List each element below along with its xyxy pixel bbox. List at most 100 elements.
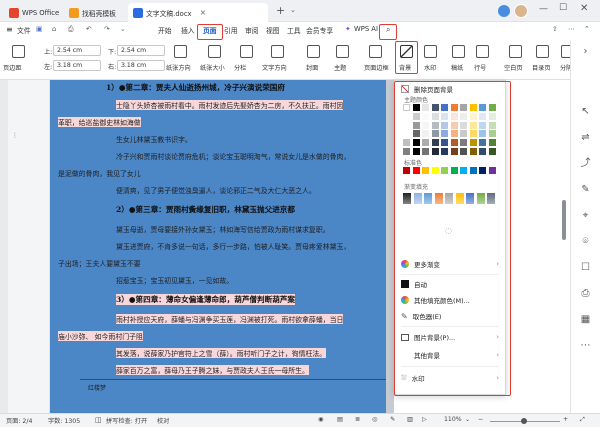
orientation-icon[interactable] [174,45,187,58]
cover-label[interactable]: 封面 [306,63,318,72]
save-icon[interactable]: ▣ [36,25,42,33]
paper-size-icon[interactable] [208,45,221,58]
hamburger-icon[interactable]: ≡ [6,25,13,34]
ribbon-tab-tools[interactable]: 工具 [287,25,301,35]
paragraph-line: 革职，给巡盐御史林如海做 [58,117,141,127]
top-margin-label: 上: [44,49,53,56]
close-icon[interactable]: × [200,8,207,17]
theme-label[interactable]: 主题 [334,63,346,72]
collapse-icon[interactable]: ⌃ [584,25,590,33]
print-icon[interactable]: ⎙ [68,25,73,34]
eye-icon[interactable]: ◉ [318,416,323,423]
fullscreen-icon[interactable]: ⤢ [580,416,585,424]
tab-template[interactable]: 找稻壳模板 [64,3,121,22]
file-menu[interactable]: 文件 [17,25,31,35]
adjust-icon[interactable]: ⇌ [580,132,591,143]
ribbon-tab-review[interactable]: 审阅 [245,25,259,35]
wps-ai-button[interactable]: WPS AI [354,25,378,33]
text-direction-icon[interactable] [271,45,284,58]
page-border-icon[interactable] [369,45,382,58]
undo-icon[interactable]: ↶ [86,25,92,33]
manuscript-icon[interactable] [452,45,465,58]
manuscript-label[interactable]: 稿纸 [451,63,463,72]
toc-page-icon[interactable] [536,45,549,58]
tag-icon[interactable]: ⌖ [580,210,591,221]
window-close-icon[interactable]: ✕ [580,3,588,14]
ribbon-tab-view[interactable]: 视图 [266,25,280,35]
text-direction-label[interactable]: 文字方向 [262,63,287,72]
right-margin-label: 右: [108,64,117,71]
theme-icon[interactable] [336,45,349,58]
chevron-down-icon[interactable]: ⌄ [290,6,296,14]
book-icon[interactable]: ▥ [407,416,413,423]
play-icon[interactable]: ▷ [422,416,427,423]
orientation-label[interactable]: 纸张方向 [166,63,191,72]
right-margin-input[interactable]: 3.18 cm [117,60,165,71]
left-margin-input[interactable]: 3.18 cm [53,60,101,71]
comment-icon[interactable]: ☐ [580,262,591,273]
margins-label[interactable]: 页边距 [3,63,22,72]
ribbon-tab-reference[interactable]: 引用 [224,25,238,35]
ribbon-tab-home[interactable]: 开始 [158,25,172,35]
shield-icon[interactable]: ◫ [95,416,102,424]
left-margin-strip [0,80,8,413]
chapter-heading: 2）●第三章：贾雨村夤缘复旧职，林黛玉抛父进京都 [116,205,295,214]
chevron-down-icon[interactable]: ⌄ [120,25,126,33]
cover-icon[interactable] [307,45,320,58]
share-icon[interactable]: ⤴ [580,158,591,169]
zoom-slider-thumb[interactable] [521,418,527,424]
paragraph-line: 子出场；王夫人要黛玉不要 [58,260,141,268]
bottom-margin-input[interactable]: 2.54 cm [117,45,165,56]
zoom-in-icon[interactable]: + [563,416,568,423]
more-icon[interactable]: ⋯ [580,340,591,351]
paragraph-line: 其发落，说薛家乃护官符上之雪（薛）。雨村听门子之计，徇情枉法。 [116,348,327,358]
ribbon-tab-member[interactable]: 会员专享 [306,25,333,35]
zoom-level[interactable]: 110% [444,416,462,423]
page-indicator[interactable]: 页面: 2/4 [6,416,32,425]
chevron-right-icon[interactable]: › [580,46,591,57]
line-number-icon[interactable] [476,45,489,58]
columns-label[interactable]: 分栏 [234,63,246,72]
cloud-icon[interactable] [498,5,510,17]
grid-icon[interactable]: ▦ [580,314,591,325]
word-count[interactable]: 字数: 1305 [48,416,80,425]
ribbon-tab-insert[interactable]: 插入 [181,25,195,35]
scrollbar-thumb[interactable] [562,200,566,240]
blank-page-icon[interactable] [509,45,522,58]
columns-icon[interactable] [240,45,253,58]
watermark-icon[interactable] [424,45,437,58]
blank-page-label[interactable]: 空白页 [504,63,523,72]
page-view-icon[interactable]: ▤ [337,416,343,423]
proofread[interactable]: 校对 [157,416,169,425]
edit-icon[interactable]: ✎ [580,184,591,195]
location-icon[interactable]: ⌾ [580,236,591,247]
cursor-icon[interactable]: ↖ [580,106,591,117]
avatar[interactable] [514,4,528,18]
chevron-down-icon[interactable]: ⌄ [465,416,470,423]
margins-icon[interactable] [12,45,25,58]
line-number-label[interactable]: 行号 [474,63,486,72]
spell-check[interactable]: 拼写检查: 打开 [106,416,147,425]
folder-icon[interactable]: ⌂ [52,25,56,33]
top-margin-input[interactable]: 2.54 cm [53,45,101,56]
share-icon[interactable]: ⇪ [552,25,558,33]
paper-size-label[interactable]: 纸张大小 [200,63,225,72]
new-tab-icon[interactable]: + [276,4,285,17]
bottom-margin-value: 2.54 [121,47,135,54]
watermark-label[interactable]: 水印 [424,63,436,72]
layout-icon[interactable]: ≣ [355,416,360,423]
pen-icon[interactable]: ✎ [390,416,395,423]
page-border-label[interactable]: 页面边框 [364,63,389,72]
document-area[interactable]: 1）●第二章：贾夫人仙逝扬州城，冷子兴演说荣国府 士隐丫头娇杏被雨村看中。雨村发… [50,80,386,413]
tab-wps-office[interactable]: WPS Office [4,3,64,22]
toolbar: 页边距 上: 2.54 cm 左: 3.18 cm 下: 2.54 cm 右: … [0,40,600,80]
print-icon[interactable]: ⎙ [580,288,591,299]
globe-icon[interactable]: ◎ [372,416,377,423]
tab-document[interactable]: 文字文稿.docx × [128,3,268,22]
toc-page-label[interactable]: 目录页 [532,63,551,72]
more-icon[interactable]: ⋯ [568,25,575,33]
minimize-icon[interactable]: — [539,4,548,14]
maximize-icon[interactable]: ☐ [559,3,567,13]
zoom-out-icon[interactable]: − [478,416,483,423]
redo-icon[interactable]: ↷ [104,25,110,33]
